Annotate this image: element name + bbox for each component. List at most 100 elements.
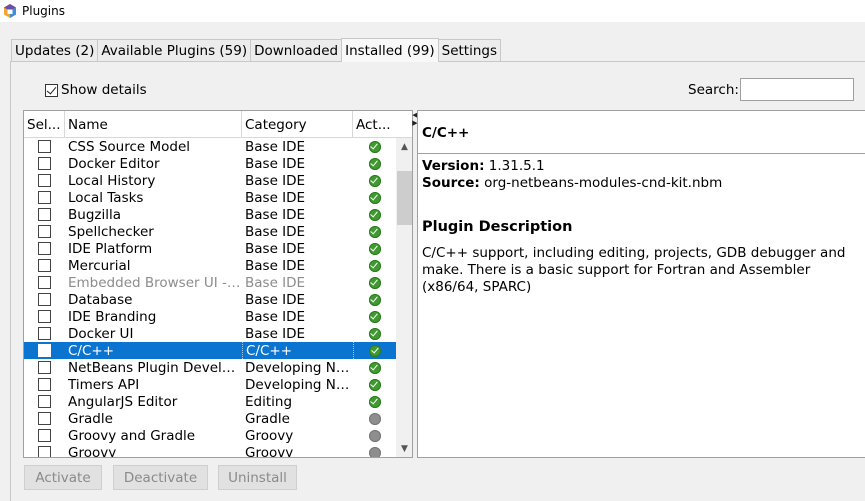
row-select-cell — [24, 342, 65, 359]
row-select-checkbox[interactable] — [38, 242, 51, 255]
table-row[interactable]: Bugzilla Base IDE — [24, 206, 396, 223]
plugin-name-text: NetBeans Plugin Developm... — [68, 359, 242, 376]
table-row[interactable]: Database Base IDE — [24, 291, 396, 308]
tab-settings[interactable]: Settings — [437, 39, 501, 62]
row-select-checkbox[interactable] — [38, 293, 51, 306]
plugin-category-text: Base IDE — [245, 223, 306, 240]
row-select-cell — [24, 444, 65, 457]
row-select-checkbox[interactable] — [38, 344, 51, 357]
activate-button[interactable]: Activate — [24, 465, 102, 490]
table-row[interactable]: Embedded Browser UI - Ja... Base IDE — [24, 274, 396, 291]
plugin-name: Spellchecker — [65, 223, 242, 240]
scroll-down-arrow-icon[interactable]: ▼ — [396, 440, 412, 457]
table-row[interactable]: IDE Platform Base IDE — [24, 240, 396, 257]
plugin-category-text: Base IDE — [245, 291, 306, 308]
table-row[interactable]: Groovy and Gradle Groovy — [24, 427, 396, 444]
plugin-category-text: Base IDE — [245, 155, 306, 172]
column-header-select[interactable]: Sel... — [24, 111, 65, 138]
plugins-table: Sel... Name Category Act... CSS Source M… — [23, 110, 413, 458]
plugin-name-text: CSS Source Model — [68, 138, 191, 155]
row-select-checkbox[interactable] — [38, 191, 51, 204]
column-header-category[interactable]: Category — [242, 111, 353, 138]
version-value: 1.31.5.1 — [488, 158, 545, 174]
plugin-name-text: Groovy — [68, 444, 117, 458]
uninstall-button[interactable]: Uninstall — [218, 465, 297, 490]
table-row[interactable]: NetBeans Plugin Developm...Developing Ne… — [24, 359, 396, 376]
active-check-icon — [368, 395, 381, 408]
search-input[interactable] — [740, 78, 854, 101]
row-select-checkbox[interactable] — [38, 157, 51, 170]
row-select-cell — [24, 274, 65, 291]
vertical-scrollbar[interactable]: ▲ ▼ — [396, 138, 412, 457]
active-check-icon — [368, 310, 381, 323]
table-row[interactable]: Groovy Groovy — [24, 444, 396, 458]
row-select-checkbox[interactable] — [38, 395, 51, 408]
scrollbar-thumb[interactable] — [397, 171, 412, 225]
plugin-category-text: Base IDE — [245, 206, 306, 223]
row-select-checkbox[interactable] — [38, 327, 51, 340]
row-select-checkbox[interactable] — [38, 259, 51, 272]
tab-installed[interactable]: Installed (99) — [341, 38, 439, 62]
table-row[interactable]: CSS Source Model Base IDE — [24, 138, 396, 155]
row-select-checkbox[interactable] — [38, 429, 51, 442]
table-row[interactable]: C/C++ C/C++ — [24, 342, 396, 359]
search-label: Search: — [688, 82, 739, 98]
plugin-active-cell — [353, 257, 396, 274]
plugin-name: Local Tasks — [65, 189, 242, 206]
show-details-toggle[interactable]: Show details — [45, 82, 147, 98]
row-select-checkbox[interactable] — [38, 276, 51, 289]
plugin-active-cell — [353, 291, 396, 308]
row-select-checkbox[interactable] — [38, 378, 51, 391]
row-select-checkbox[interactable] — [38, 174, 51, 187]
description-text: C/C++ support, including editing, projec… — [422, 245, 846, 295]
plugin-name: NetBeans Plugin Developm... — [65, 359, 242, 376]
row-select-checkbox[interactable] — [38, 310, 51, 323]
row-select-checkbox[interactable] — [38, 412, 51, 425]
row-select-checkbox[interactable] — [38, 208, 51, 221]
plugin-active-cell — [353, 376, 396, 393]
show-details-checkbox[interactable] — [45, 83, 58, 97]
column-header-active[interactable]: Act... — [353, 111, 396, 138]
table-row[interactable]: Docker Editor Base IDE — [24, 155, 396, 172]
table-row[interactable]: Local Tasks Base IDE — [24, 189, 396, 206]
table-row[interactable]: Spellchecker Base IDE — [24, 223, 396, 240]
row-select-checkbox[interactable] — [38, 140, 51, 153]
deactivate-button[interactable]: Deactivate — [113, 465, 208, 490]
scroll-up-arrow-icon[interactable]: ▲ — [396, 138, 412, 155]
plugin-name: CSS Source Model — [65, 138, 242, 155]
plugin-name-text: IDE Branding — [68, 308, 157, 325]
table-header: Sel... Name Category Act... — [24, 111, 396, 138]
tab-updates[interactable]: Updates (2) — [11, 39, 99, 62]
plugin-name: Database — [65, 291, 242, 308]
plugin-category-text: Developing Net... — [245, 376, 353, 393]
row-select-checkbox[interactable] — [38, 361, 51, 374]
plugin-name: IDE Branding — [65, 308, 242, 325]
row-select-checkbox[interactable] — [38, 225, 51, 238]
table-row[interactable]: Local History Base IDE — [24, 172, 396, 189]
plugin-name: Local History — [65, 172, 242, 189]
window-title: Plugins — [22, 4, 65, 18]
table-row[interactable]: IDE Branding Base IDE — [24, 308, 396, 325]
plugin-category-text: Base IDE — [245, 274, 306, 291]
column-header-name[interactable]: Name — [65, 111, 242, 138]
table-row[interactable]: Timers API Developing Net... — [24, 376, 396, 393]
title-bar: Plugins — [0, 0, 865, 22]
table-row[interactable]: AngularJS Editor Editing — [24, 393, 396, 410]
plugin-category: Editing — [242, 393, 353, 410]
plugin-active-cell — [353, 223, 396, 240]
table-row[interactable]: Docker UI Base IDE — [24, 325, 396, 342]
table-row[interactable]: Mercurial Base IDE — [24, 257, 396, 274]
plugin-category-text: Groovy — [245, 427, 294, 444]
row-select-cell — [24, 376, 65, 393]
plugin-active-cell — [353, 189, 396, 206]
active-check-icon — [368, 157, 381, 170]
row-select-cell — [24, 172, 65, 189]
plugin-category: C/C++ — [242, 342, 353, 359]
tab-available-plugins[interactable]: Available Plugins (59) — [97, 39, 252, 62]
table-row[interactable]: Gradle Gradle — [24, 410, 396, 427]
tab-downloaded[interactable]: Downloaded — [250, 39, 343, 62]
row-select-checkbox[interactable] — [38, 446, 51, 457]
row-select-cell — [24, 410, 65, 427]
plugin-active-cell — [353, 138, 396, 155]
plugin-details-panel: C/C++ Version: 1.31.5.1 Source: org-netb… — [417, 110, 865, 458]
